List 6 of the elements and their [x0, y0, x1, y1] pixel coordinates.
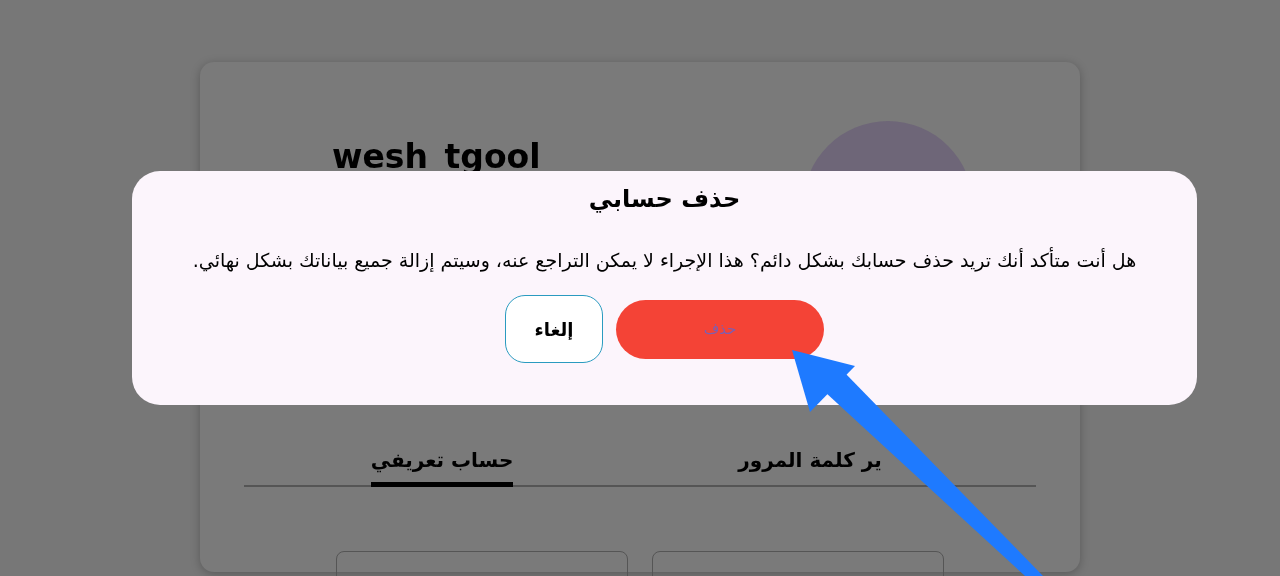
username: wesh_tgool — [332, 137, 541, 176]
dialog-message: هل أنت متأكد أنك تريد حذف حسابك بشكل دائم؟ هذا الإجراء لا يمكن التراجع عنه، وسيتم إزالة جميع بياناتك بشكل نهائي. — [192, 249, 1137, 271]
cancel-button[interactable]: إلغاء — [505, 295, 603, 363]
tab[interactable]: حساب تعريفي — [370, 442, 514, 487]
dialog-title: حذف حسابي — [588, 185, 741, 213]
tab[interactable]: ير كلمة المرور — [738, 442, 882, 487]
